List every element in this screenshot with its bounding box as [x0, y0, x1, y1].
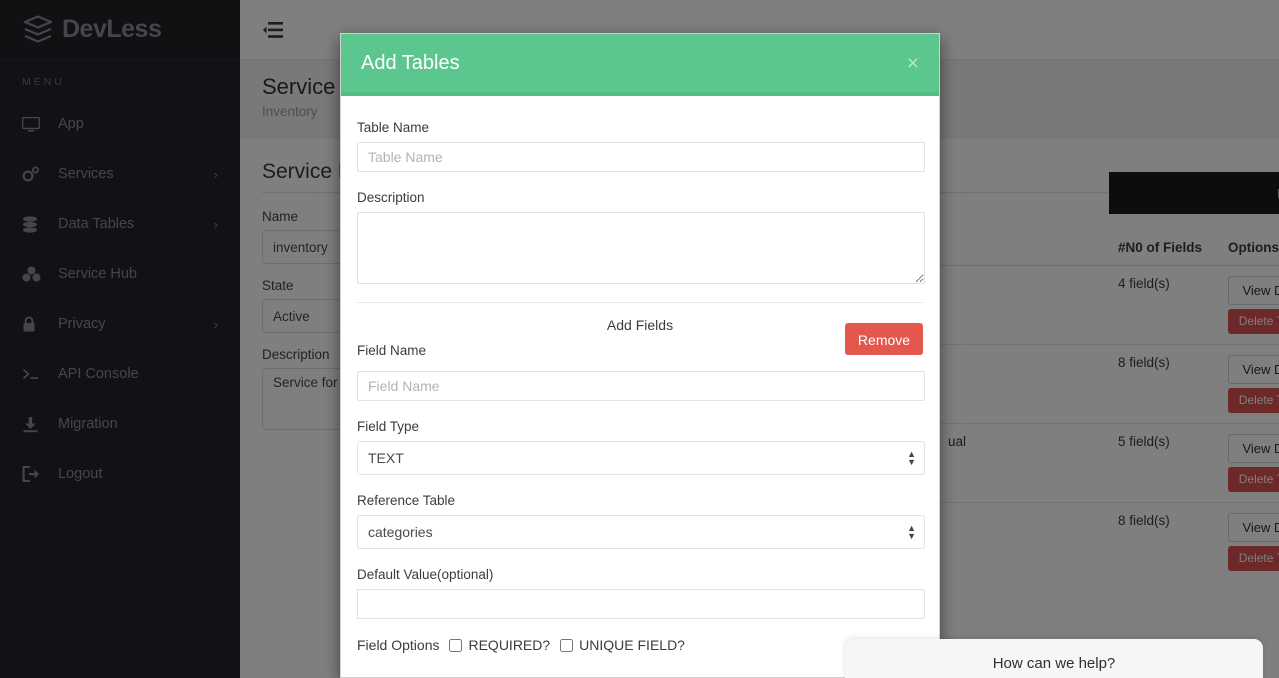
help-chat-label: How can we help?	[992, 654, 1116, 672]
modal-header: Add Tables ×	[341, 34, 939, 96]
unique-field-checkbox[interactable]	[560, 638, 574, 652]
field-type-select[interactable]: TEXT	[357, 441, 925, 475]
field-name-group	[357, 371, 925, 401]
reference-table-select[interactable]: categories	[357, 515, 925, 549]
reference-table-group: Reference Table categories ▲ ▼	[357, 493, 925, 549]
modal-title: Add Tables	[361, 51, 460, 74]
unique-field-label: UNIQUE FIELD?	[579, 637, 685, 653]
description-label: Description	[357, 190, 425, 205]
required-label: REQUIRED?	[468, 637, 551, 653]
help-chat-widget[interactable]: How can we help?	[845, 639, 1263, 678]
modal-body: Table Name Description Add Fields Field …	[341, 96, 939, 663]
description-group: Description	[357, 190, 925, 284]
table-name-group: Table Name	[357, 120, 925, 172]
default-value-group: Default Value(optional)	[357, 567, 925, 619]
default-value-label: Default Value(optional)	[357, 567, 494, 582]
app-root: </> DevLess MENU App Services ›	[0, 0, 1279, 678]
field-name-input[interactable]	[357, 371, 925, 401]
table-name-input[interactable]	[357, 142, 925, 172]
description-textarea[interactable]	[357, 212, 925, 284]
field-options-row: Field Options REQUIRED? UNIQUE FIELD?	[357, 637, 923, 653]
field-name-label: Field Name	[357, 343, 427, 358]
field-type-label: Field Type	[357, 419, 420, 434]
add-tables-modal: Add Tables × Table Name Description Add …	[340, 33, 940, 678]
reference-table-select-wrap: categories ▲ ▼	[357, 515, 925, 549]
remove-field-button[interactable]: Remove	[845, 323, 923, 355]
field-type-select-wrap: TEXT ▲ ▼	[357, 441, 925, 475]
table-name-label: Table Name	[357, 120, 430, 135]
required-checkbox[interactable]	[449, 638, 463, 652]
default-value-input[interactable]	[357, 589, 925, 619]
reference-table-label: Reference Table	[357, 493, 456, 508]
modal-divider	[357, 302, 923, 303]
field-type-group: Field Type TEXT ▲ ▼	[357, 419, 925, 475]
field-name-header-row: Field Name Remove	[357, 323, 923, 363]
close-icon[interactable]: ×	[907, 53, 919, 74]
field-options-label: Field Options	[357, 637, 440, 653]
add-fields-heading: Add Fields	[606, 317, 674, 333]
